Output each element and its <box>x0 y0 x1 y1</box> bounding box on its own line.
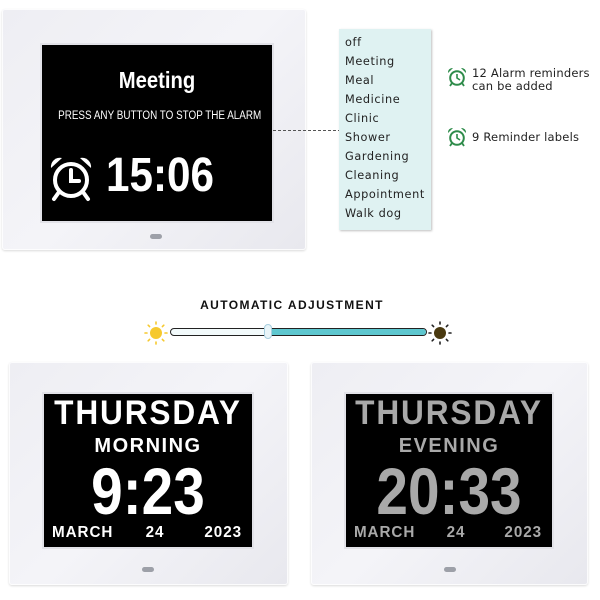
reminder-label-item: Walk dog <box>345 207 402 220</box>
reminder-label-item: Medicine <box>345 93 401 106</box>
day-of-month: 24 <box>446 524 466 541</box>
day-clock-screen-evening: THURSDAY EVENING 20:33 MARCH 24 2023 <box>346 394 552 547</box>
day-clock-screen-morning: THURSDAY MORNING 9:23 MARCH 24 2023 <box>44 394 252 547</box>
sun-dark-icon <box>428 321 452 345</box>
date-row: MARCH 24 2023 <box>354 525 542 541</box>
weekday: THURSDAY <box>355 394 543 432</box>
indicator-light <box>142 567 154 572</box>
alarm-instruction: PRESS ANY BUTTON TO STOP THE ALARM <box>58 110 262 122</box>
day-clock-frame-evening: THURSDAY EVENING 20:33 MARCH 24 2023 <box>311 362 588 585</box>
feature-alarm-reminders: 12 Alarm reminders can be added <box>447 67 590 93</box>
sun-bright-icon <box>144 321 168 345</box>
indicator-light <box>150 234 162 239</box>
alarm-clock-icon <box>447 127 467 147</box>
reminder-label-item: Shower <box>345 131 391 144</box>
clock-time: 9:23 <box>91 454 205 528</box>
brightness-slider-fill <box>266 329 426 335</box>
feature-text-line2: can be added <box>472 79 553 93</box>
reminder-label-item: Appointment <box>345 188 425 201</box>
connector-line <box>273 130 341 131</box>
indicator-light <box>444 567 456 572</box>
brightness-slider-track[interactable] <box>170 328 427 336</box>
date-row: MARCH 24 2023 <box>52 525 242 541</box>
day-clock-frame-morning: THURSDAY MORNING 9:23 MARCH 24 2023 <box>9 362 288 585</box>
feature-text-line1: 9 Reminder labels <box>472 130 580 144</box>
month: MARCH <box>52 524 114 541</box>
brightness-slider-thumb[interactable] <box>263 324 272 339</box>
day-of-month: 24 <box>145 524 165 541</box>
weekday: THURSDAY <box>54 394 242 432</box>
month: MARCH <box>353 524 416 541</box>
reminder-label-item: Meal <box>345 74 375 87</box>
reminder-label-item: Meeting <box>345 55 395 68</box>
time-of-day: MORNING <box>94 435 202 457</box>
clock-time: 20:33 <box>376 454 522 528</box>
auto-adjustment-title: AUTOMATIC ADJUSTMENT <box>200 298 384 312</box>
alarm-screen: Meeting PRESS ANY BUTTON TO STOP THE ALA… <box>42 45 272 221</box>
reminder-label-item: Clinic <box>345 112 380 125</box>
reminder-label-item: off <box>345 36 362 49</box>
alarm-time: 15:06 <box>106 149 215 202</box>
year: 2023 <box>204 524 242 541</box>
year: 2023 <box>504 524 543 541</box>
reminder-label-item: Gardening <box>345 150 410 163</box>
time-of-day: EVENING <box>398 435 500 457</box>
feature-reminder-labels: 9 Reminder labels <box>447 127 579 147</box>
alarm-clock-icon <box>447 67 467 87</box>
reminder-labels-list: off Meeting Meal Medicine Clinic Shower Garden… <box>339 29 431 230</box>
reminder-label-item: Cleaning <box>345 169 400 182</box>
alarm-clock-frame: Meeting PRESS ANY BUTTON TO STOP THE ALA… <box>2 9 306 250</box>
alarm-label: Meeting <box>118 67 196 93</box>
alarm-clock-icon <box>50 157 92 201</box>
